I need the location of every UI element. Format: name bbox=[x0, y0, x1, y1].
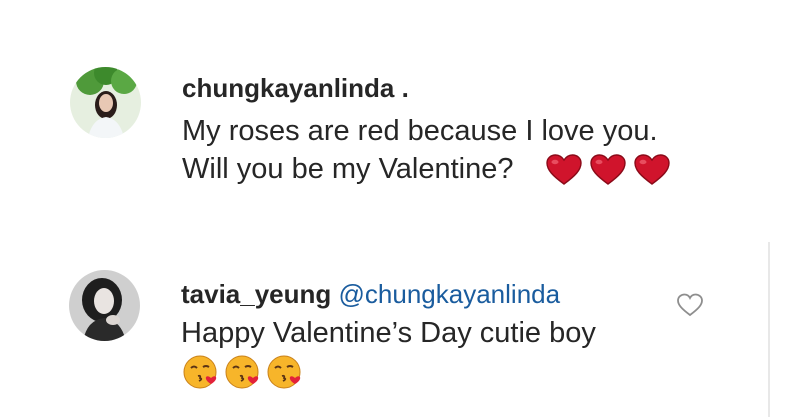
heart-outline-icon bbox=[677, 293, 703, 317]
emoji-row bbox=[182, 354, 302, 390]
like-button[interactable] bbox=[676, 292, 704, 318]
mention-link[interactable]: @chungkayanlinda bbox=[339, 279, 561, 309]
comment-username[interactable]: tavia_yeung bbox=[181, 279, 331, 309]
avatar-image bbox=[69, 270, 140, 341]
avatar[interactable] bbox=[69, 270, 140, 341]
red-heart-icon bbox=[546, 154, 582, 185]
comment-header: tavia_yeung @chungkayanlinda bbox=[181, 278, 560, 310]
comment-item: tavia_yeung @chungkayanlinda Happy Valen… bbox=[0, 230, 800, 417]
comment-text-line: Happy Valentine’s Day cutie boy bbox=[181, 317, 596, 349]
red-heart-icon bbox=[590, 154, 626, 185]
face-blowing-kiss-icon bbox=[225, 355, 259, 389]
avatar-image bbox=[70, 67, 141, 138]
comment-text-line: Will you be my Valentine? bbox=[182, 153, 514, 185]
comment-text-line: My roses are red because I love you. bbox=[182, 115, 658, 147]
red-heart-icon bbox=[634, 154, 670, 185]
comment-item: chungkayanlinda . My roses are red becau… bbox=[0, 0, 800, 230]
face-blowing-kiss-icon bbox=[183, 355, 217, 389]
face-blowing-kiss-icon bbox=[267, 355, 301, 389]
emoji-row bbox=[545, 153, 671, 186]
comment-username[interactable]: chungkayanlinda . bbox=[182, 72, 409, 104]
avatar[interactable] bbox=[70, 67, 141, 138]
